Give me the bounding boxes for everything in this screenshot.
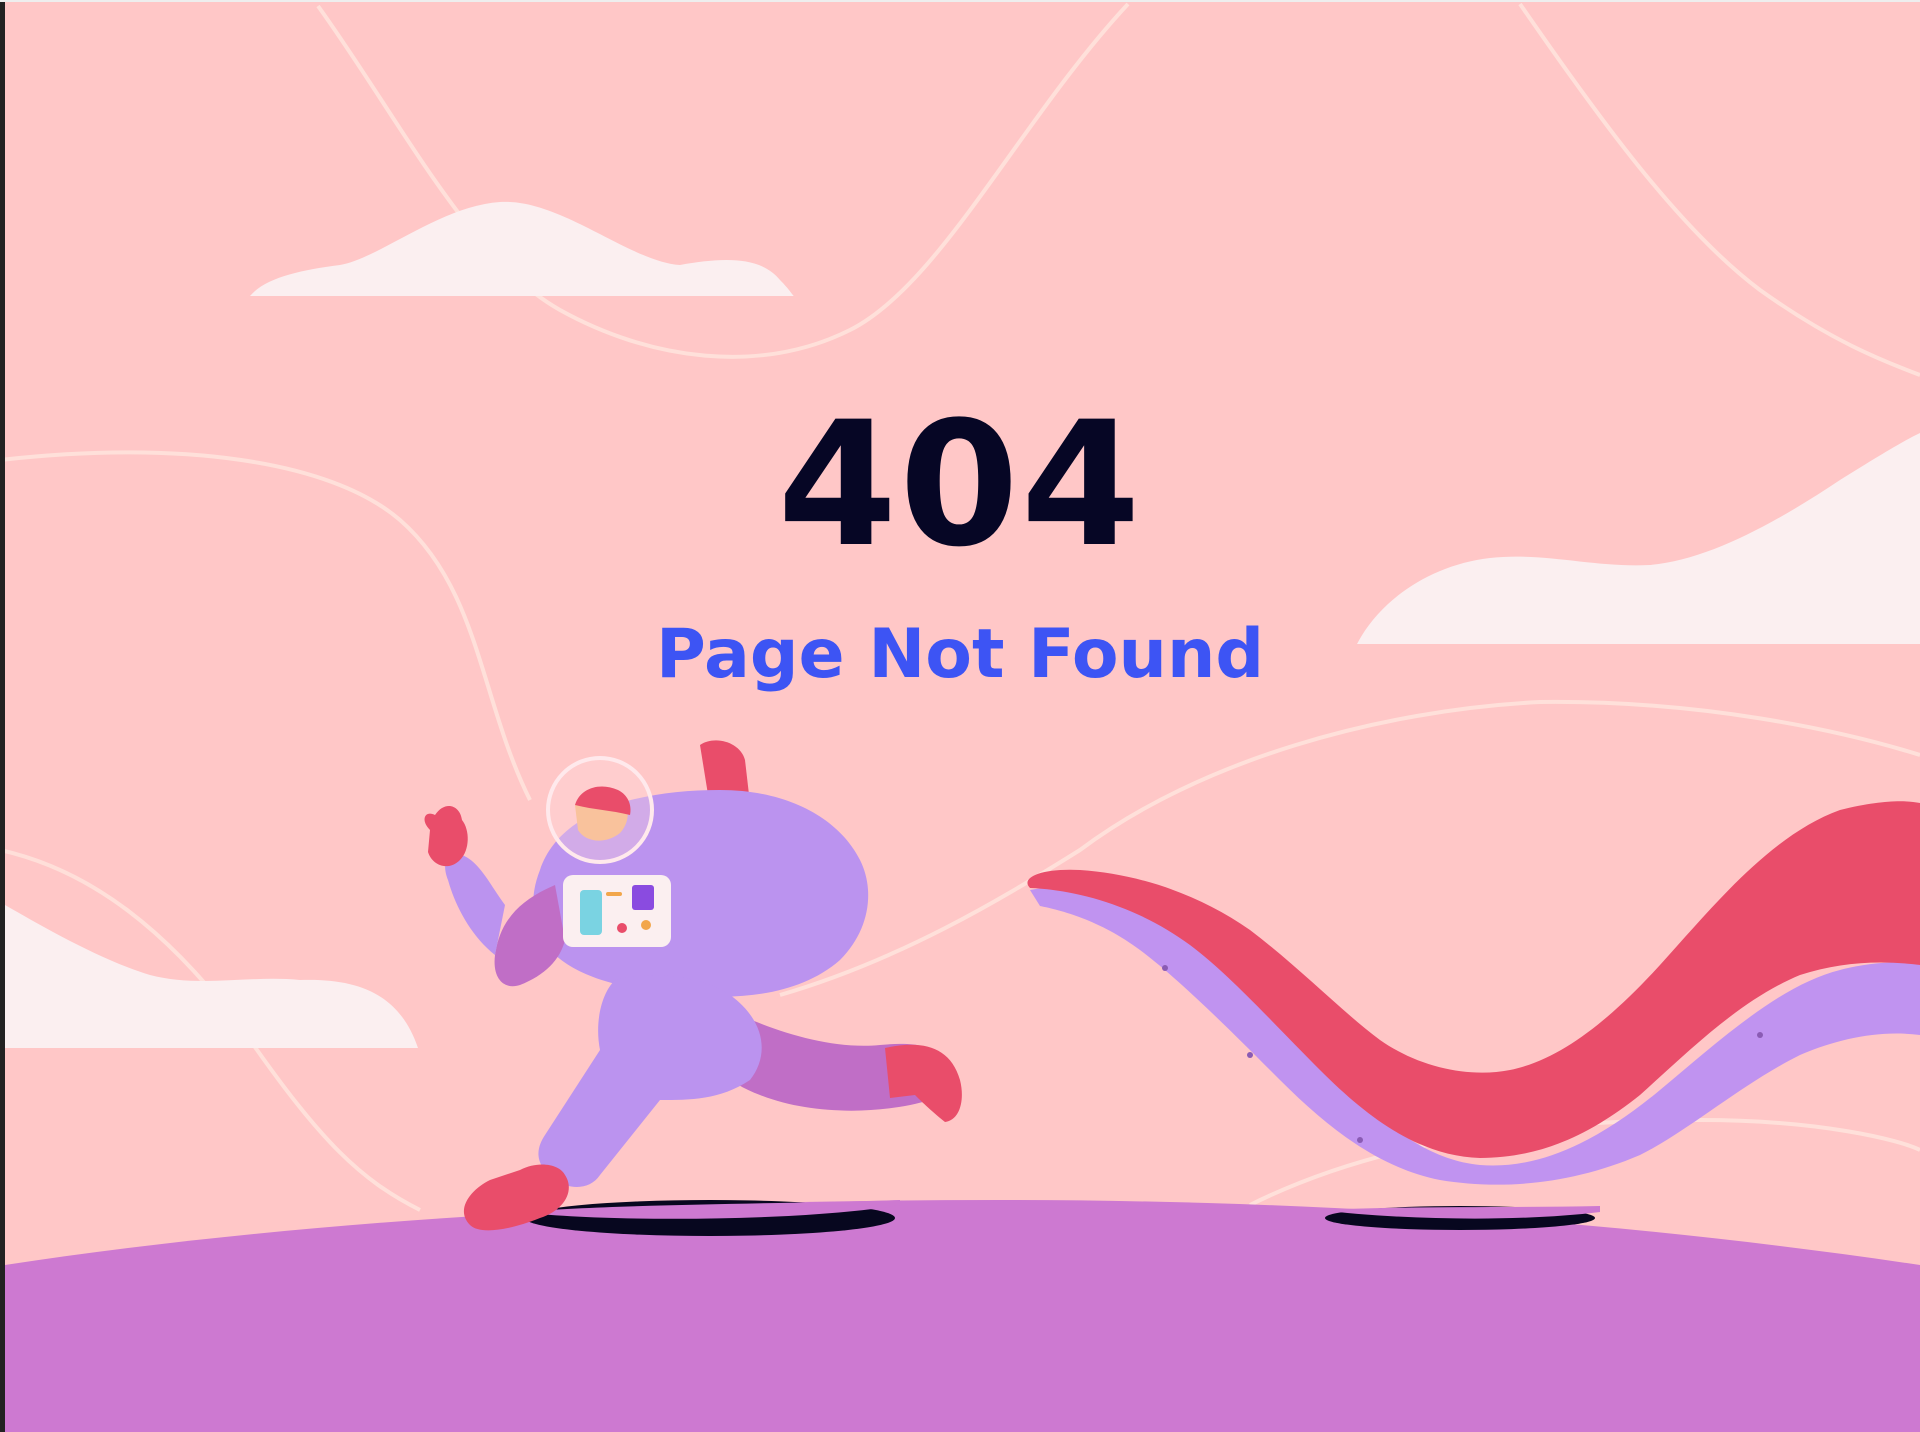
ground: [5, 1200, 1920, 1432]
window-left-edge: [0, 0, 5, 1432]
cloud-top-left: [250, 201, 794, 296]
not-found-page: 404 Page Not Found: [0, 0, 1920, 1432]
tentacle: [1027, 801, 1920, 1185]
astronaut: [424, 740, 962, 1231]
window-top-edge: [0, 0, 1920, 2]
error-code-heading: 404: [777, 384, 1143, 585]
error-message: Page Not Found: [655, 615, 1265, 694]
illustration-scene: [0, 2, 1920, 1432]
cloud-bottom-left: [5, 905, 418, 1048]
